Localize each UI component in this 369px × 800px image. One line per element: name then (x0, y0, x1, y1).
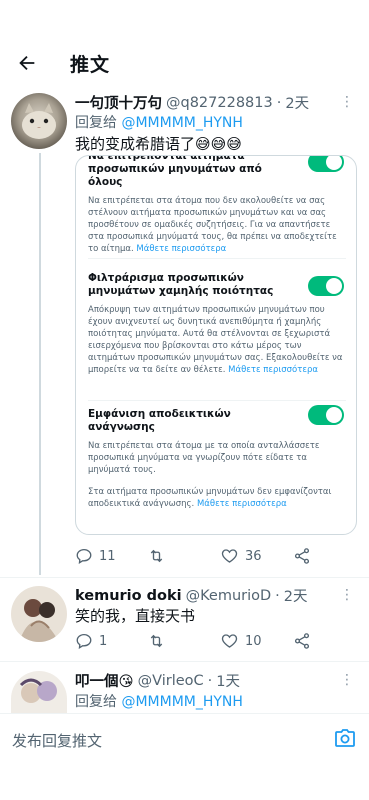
tweet-actions: 1 10 (75, 632, 345, 652)
reply-count: 11 (99, 548, 116, 564)
setting-allow-requests: Να επιτρέπονται αιτήματα προσωπικών μηνυ… (88, 155, 346, 255)
reply-icon (76, 548, 92, 565)
timestamp[interactable]: 1天 (216, 670, 240, 691)
reply-prefix: 回复给 (75, 115, 117, 131)
user-handle[interactable]: @q827228813 (166, 95, 273, 111)
tweet-actions: 11 36 (75, 547, 345, 567)
retweet-icon (150, 549, 163, 563)
separator-dot: · (207, 672, 213, 689)
more-icon[interactable]: ⋮ (339, 672, 355, 688)
reply-button[interactable]: 1 (75, 632, 107, 650)
retweet-icon (150, 634, 163, 648)
toggle-switch (308, 276, 344, 296)
like-button[interactable]: 10 (220, 632, 262, 650)
setting-title: Εμφάνιση αποδεικτικών ανάγνωσης (88, 408, 231, 433)
tweet-header: 叩一個😘 @VirleoC · 1天 (75, 670, 240, 691)
reply-context: 回复给 @MMMMM_HYNH (75, 691, 243, 711)
mention-link[interactable]: @MMMMM_HYNH (121, 115, 242, 131)
like-button[interactable]: 36 (220, 547, 262, 565)
top-bar: 推文 (0, 38, 369, 88)
timestamp[interactable]: 2天 (284, 585, 308, 606)
divider (0, 577, 369, 578)
avatar[interactable] (11, 671, 67, 713)
like-count: 10 (245, 633, 262, 649)
back-arrow-icon[interactable] (14, 50, 40, 76)
heart-icon (221, 634, 238, 648)
tweet-header: 一句顶十万句 @q827228813 · 2天 (75, 92, 309, 113)
reply-context: 回复给 @MMMMM_HYNH (75, 112, 243, 132)
divider (0, 661, 369, 662)
setting-title: Φιλτράρισμα προσωπικών μηνυμάτων χαμηλής… (88, 272, 274, 297)
avatar[interactable] (11, 586, 67, 642)
setting-description: Να επιτρέπεται στα άτομα που δεν ακολουθ… (88, 195, 346, 255)
reply-prefix: 回复给 (75, 694, 117, 710)
like-count: 36 (245, 548, 262, 564)
tweet-image[interactable]: Να επιτρέπονται αιτήματα προσωπικών μηνυ… (75, 155, 357, 535)
separator-dot: · (275, 587, 280, 604)
reply-compose-bar[interactable]: 发布回复推文 (0, 713, 369, 763)
reply-icon (76, 633, 92, 650)
reply-button[interactable]: 11 (75, 547, 116, 565)
setting-description: Απόκρυψη των αιτημάτων προσωπικών μηνυμά… (88, 304, 346, 376)
divider (88, 400, 346, 401)
share-button[interactable] (293, 547, 311, 565)
divider (88, 258, 346, 259)
more-icon[interactable]: ⋮ (339, 587, 355, 603)
share-icon (294, 548, 310, 564)
display-name[interactable]: 一句顶十万句 (75, 92, 162, 113)
more-icon[interactable]: ⋮ (339, 94, 355, 110)
tweet-text: 笑的我，直接天书 (75, 607, 196, 625)
mention-link[interactable]: @MMMMM_HYNH (121, 694, 242, 710)
heart-icon (221, 549, 238, 563)
timestamp[interactable]: 2天 (285, 92, 309, 113)
user-handle[interactable]: @KemurioD (186, 588, 272, 604)
tweet-header: kemurio doki @KemurioD · 2天 (75, 585, 308, 606)
reply-input[interactable]: 发布回复推文 (12, 730, 102, 751)
retweet-button[interactable] (147, 632, 172, 650)
thread-line (39, 153, 41, 575)
setting-filter-quality: Φιλτράρισμα προσωπικών μηνυμάτων χαμηλής… (88, 272, 346, 376)
camera-icon[interactable] (333, 727, 357, 751)
page-title: 推文 (70, 54, 111, 76)
display-name[interactable]: kemurio doki (75, 588, 182, 604)
learn-more-link: Μάθετε περισσότερα (136, 244, 227, 254)
toggle-switch (308, 156, 344, 172)
avatar[interactable] (11, 93, 67, 149)
setting-description: Στα αιτήματα προσωπικών μηνυμάτων δεν εμ… (88, 486, 346, 510)
share-icon (294, 633, 310, 649)
retweet-button[interactable] (147, 547, 172, 565)
learn-more-link: Μάθετε περισσότερα (196, 499, 287, 509)
setting-read-receipts: Εμφάνιση αποδεικτικών ανάγνωσης Να επιτρ… (88, 405, 346, 510)
display-name[interactable]: 叩一個😘 (75, 670, 134, 691)
share-button[interactable] (293, 632, 311, 650)
tweet-text: 我的变成希腊语了😅😅😅 (75, 135, 242, 153)
separator-dot: · (276, 94, 282, 111)
toggle-switch (308, 405, 344, 425)
setting-title: Να επιτρέπονται αιτήματα προσωπικών μηνυ… (88, 155, 262, 188)
reply-count: 1 (99, 633, 108, 649)
setting-description: Να επιτρέπεται στα άτομα με τα οποία αντ… (88, 441, 320, 475)
user-handle[interactable]: @VirleoC (138, 673, 204, 689)
learn-more-link: Μάθετε περισσότερα (228, 365, 318, 375)
